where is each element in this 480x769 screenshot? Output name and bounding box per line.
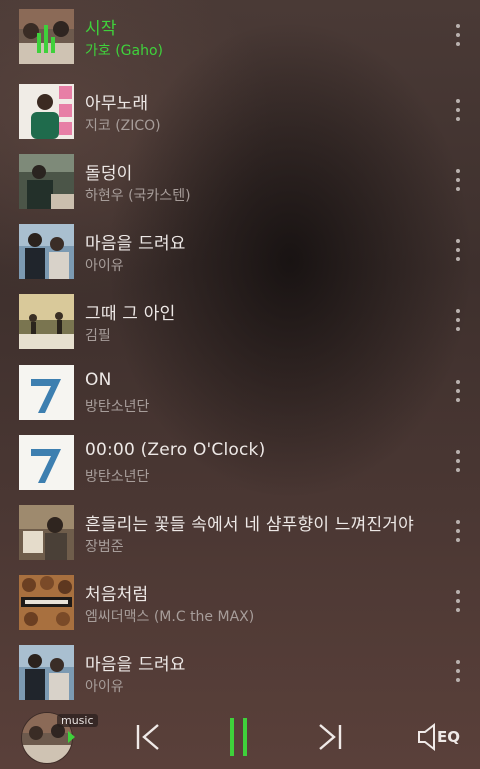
track-title: 마음을 드려요 (85, 655, 186, 675)
track-row[interactable]: 마음을 드려요 아이유 (0, 219, 480, 289)
track-row[interactable]: 그때 그 아인 김필 (0, 289, 480, 359)
track-artist: 방탄소년단 (85, 399, 150, 415)
more-options-icon[interactable] (450, 656, 466, 686)
more-options-icon[interactable] (450, 165, 466, 195)
album-art (19, 154, 74, 209)
album-art (19, 294, 74, 349)
track-artist: 아이유 (85, 679, 124, 695)
previous-icon[interactable] (134, 722, 162, 756)
track-title: 아무노래 (85, 94, 149, 114)
more-options-icon[interactable] (450, 376, 466, 406)
speaker-icon[interactable] (416, 722, 438, 756)
eq-button[interactable]: EQ (437, 728, 460, 746)
track-title: 시작 (85, 19, 117, 39)
track-row[interactable]: 시작 가호 (Gaho) (0, 4, 480, 74)
track-title: 돌덩이 (85, 164, 133, 184)
pause-icon[interactable] (226, 716, 252, 762)
album-art (19, 84, 74, 139)
album-art (19, 505, 74, 560)
track-row[interactable]: 마음을 드려요 아이유 (0, 640, 480, 710)
album-art (19, 9, 74, 64)
track-title: 그때 그 아인 (85, 304, 176, 324)
track-row[interactable]: ON 방탄소년단 (0, 360, 480, 430)
album-art (19, 645, 74, 700)
track-title: 처음처럼 (85, 585, 149, 605)
mini-player: music EQ (0, 704, 480, 769)
album-art (19, 224, 74, 279)
track-title: ON (85, 370, 112, 390)
track-title: 00:00 (Zero O'Clock) (85, 440, 266, 460)
album-art (19, 435, 74, 490)
track-artist: 장범준 (85, 539, 124, 555)
more-options-icon[interactable] (450, 235, 466, 265)
more-options-icon[interactable] (450, 305, 466, 335)
track-artist: 아이유 (85, 258, 124, 274)
more-options-icon[interactable] (450, 516, 466, 546)
track-row[interactable]: 흔들리는 꽃들 속에서 네 샴푸향이 느껴진거야 장범준 (0, 500, 480, 570)
track-row[interactable]: 00:00 (Zero O'Clock) 방탄소년단 (0, 430, 480, 500)
next-icon[interactable] (316, 722, 344, 756)
more-options-icon[interactable] (450, 446, 466, 476)
track-artist: 가호 (Gaho) (85, 43, 164, 59)
more-options-icon[interactable] (450, 20, 466, 50)
more-options-icon[interactable] (450, 586, 466, 616)
track-artist: 엠씨더맥스 (M.C the MAX) (85, 609, 255, 625)
track-artist: 지코 (ZICO) (85, 118, 161, 134)
track-row[interactable]: 처음처럼 엠씨더맥스 (M.C the MAX) (0, 570, 480, 640)
track-row[interactable]: 돌덩이 하현우 (국카스텐) (0, 149, 480, 219)
track-artist: 김필 (85, 328, 111, 344)
album-art (19, 575, 74, 630)
track-row[interactable]: 아무노래 지코 (ZICO) (0, 79, 480, 149)
track-title: 흔들리는 꽃들 속에서 네 샴푸향이 느껴진거야 (85, 515, 414, 535)
track-title: 마음을 드려요 (85, 234, 186, 254)
track-artist: 방탄소년단 (85, 469, 150, 485)
source-tag: music (57, 714, 98, 727)
album-art (19, 365, 74, 420)
track-artist: 하현우 (국카스텐) (85, 188, 191, 204)
more-options-icon[interactable] (450, 95, 466, 125)
playing-indicator-icon (68, 731, 75, 743)
